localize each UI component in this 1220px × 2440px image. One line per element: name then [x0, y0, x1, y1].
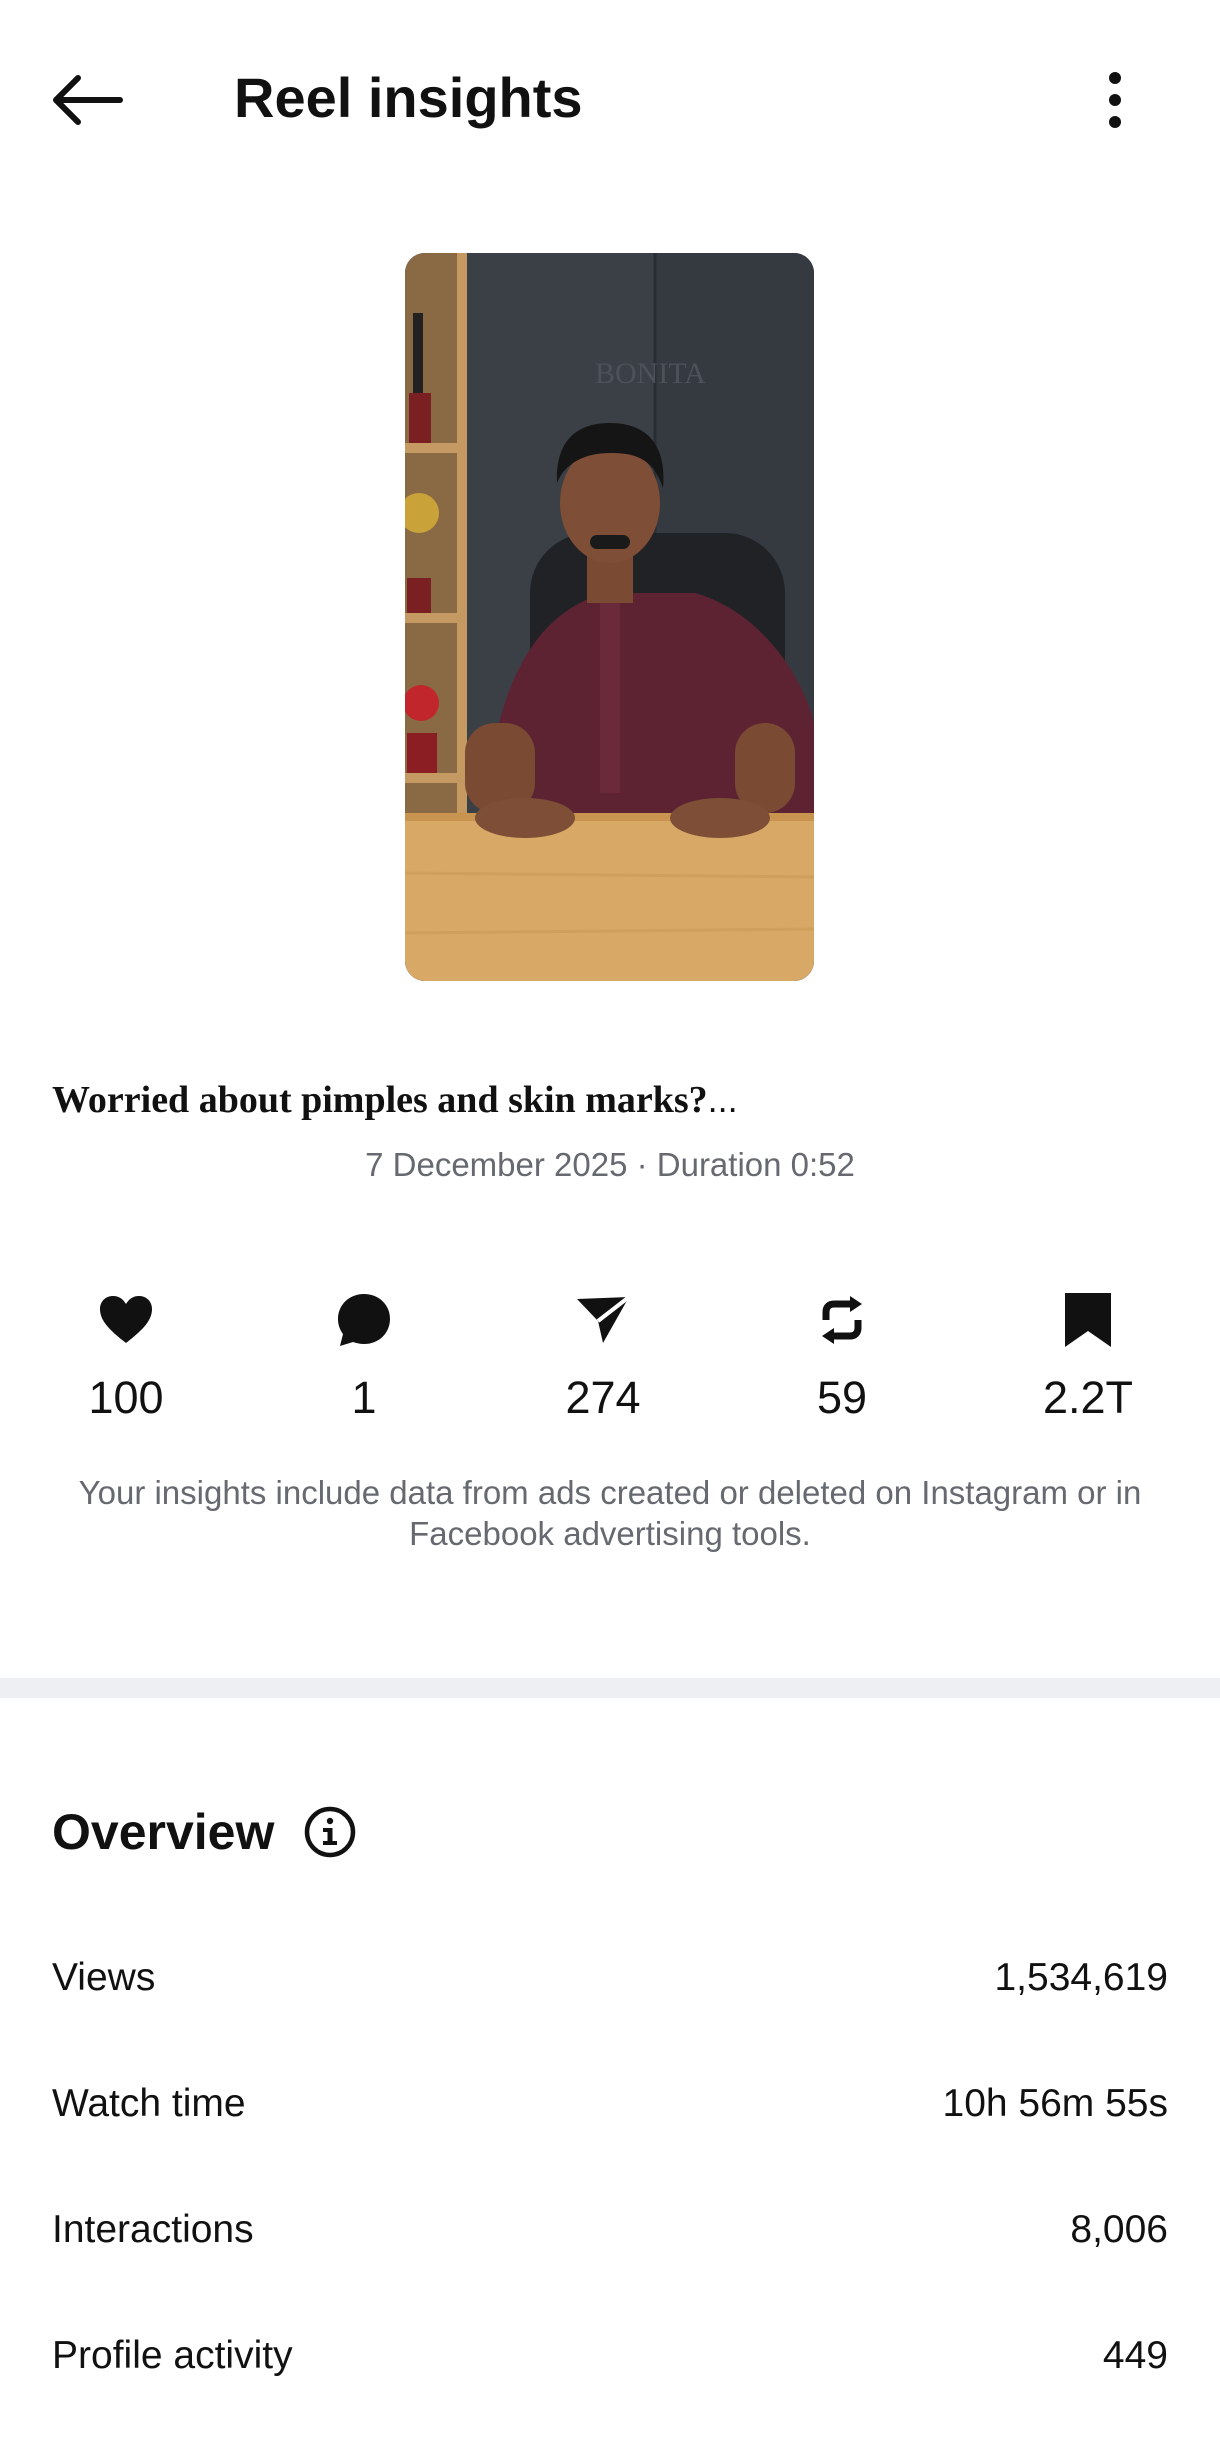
stat-reposts: 59	[752, 1290, 932, 1430]
section-divider	[0, 1678, 1220, 1698]
saves-count: 2.2T	[1042, 1372, 1134, 1423]
overview-row-interactions[interactable]: Interactions 8,006	[52, 2200, 1168, 2260]
row-label: Views	[52, 1956, 156, 1999]
more-options-button[interactable]	[1090, 60, 1140, 140]
reel-caption-text: Worried about pimples and skin marks?	[52, 1079, 708, 1121]
reel-thumbnail[interactable]: BONITA	[405, 253, 814, 981]
engagement-stats: 100 1 274 59 2.2T	[0, 1290, 1220, 1430]
row-value: 10h 56m 55s	[942, 2082, 1169, 2125]
row-value: 1,534,619	[994, 1956, 1168, 1999]
likes-count: 100	[88, 1372, 164, 1423]
overview-row-views[interactable]: Views 1,534,619	[52, 1948, 1168, 2008]
page-title: Reel insights	[234, 66, 583, 129]
row-label: Watch time	[52, 2082, 246, 2125]
reposts-count: 59	[816, 1372, 868, 1423]
heart-icon	[100, 1296, 152, 1343]
info-icon	[305, 1806, 356, 1858]
comment-icon	[338, 1294, 390, 1346]
caption-ellipsis: ...	[707, 1079, 738, 1120]
stat-saves: 2.2T	[998, 1290, 1178, 1430]
overview-header: Overview	[52, 1800, 358, 1864]
stat-comments: 1	[274, 1290, 454, 1430]
overview-title: Overview	[52, 1804, 275, 1860]
overview-info-button[interactable]	[302, 1804, 358, 1860]
stat-shares: 274	[513, 1290, 693, 1430]
shares-count: 274	[565, 1372, 641, 1423]
reel-thumbnail-image: BONITA	[405, 253, 814, 981]
stat-likes: 100	[36, 1290, 216, 1430]
row-value: 8,006	[1070, 2208, 1168, 2251]
repost-icon	[822, 1296, 862, 1344]
top-bar: Reel insights	[0, 0, 1220, 200]
row-label: Profile activity	[52, 2334, 293, 2377]
overview-row-profile-activity[interactable]: Profile activity 449	[52, 2326, 1168, 2386]
back-button[interactable]	[40, 60, 132, 140]
share-icon	[577, 1295, 631, 1343]
overview-row-watch-time[interactable]: Watch time 10h 56m 55s	[52, 2074, 1168, 2134]
row-label: Interactions	[52, 2208, 254, 2251]
arrow-left-icon	[53, 75, 123, 125]
bookmark-icon	[1065, 1293, 1111, 1347]
ads-data-notice: Your insights include data from ads crea…	[78, 1474, 1142, 1552]
reel-caption[interactable]: Worried about pimples and skin marks?...	[52, 1075, 1172, 1125]
reel-meta: 7 December 2025 · Duration 0:52	[365, 1146, 855, 1183]
comments-count: 1	[351, 1372, 377, 1423]
more-vertical-icon	[1109, 72, 1121, 128]
svg-text:BONITA: BONITA	[595, 357, 706, 390]
row-value: 449	[1102, 2334, 1168, 2377]
